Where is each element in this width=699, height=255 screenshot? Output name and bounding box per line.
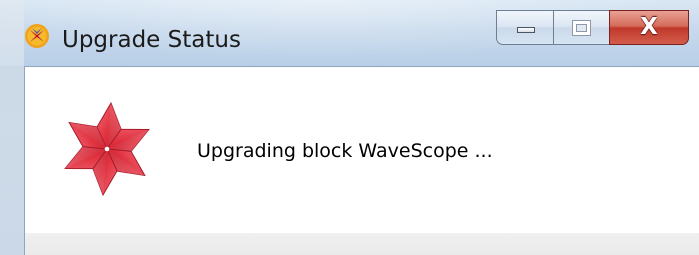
minimize-icon [517,27,535,33]
maximize-button[interactable] [553,10,610,45]
window-titlebar[interactable]: Upgrade Status X [0,0,699,66]
upgrade-status-window: Upgrade Status X Upgrading block WaveSco… [0,0,699,255]
minimize-button[interactable] [496,10,554,45]
dialog-footer-strip [24,233,699,255]
close-icon: X [640,14,658,40]
upgrade-status-message: Upgrading block WaveScope ... [197,140,493,162]
window-title: Upgrade Status [62,27,241,53]
red-pinwheel-logo [64,101,150,197]
maximize-icon [572,20,591,36]
close-button[interactable]: X [609,10,689,45]
caption-buttons: X [496,10,689,46]
app-title-icon [25,24,49,48]
